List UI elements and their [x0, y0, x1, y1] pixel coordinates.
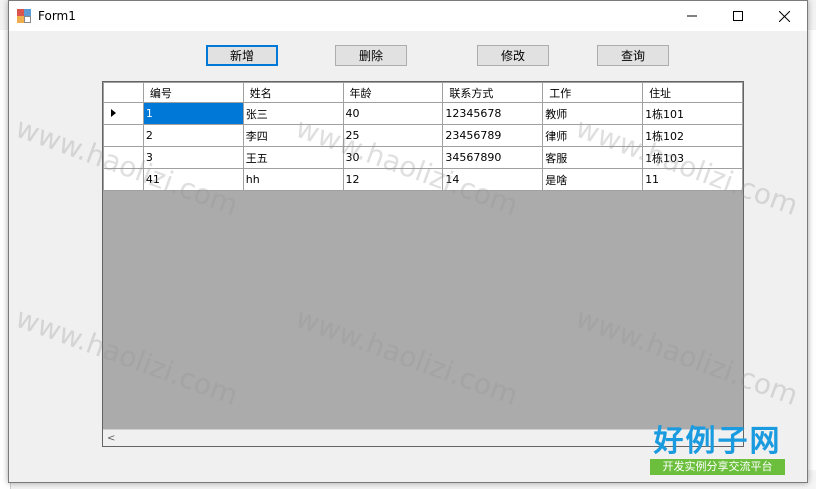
row-header[interactable]: [103, 124, 144, 147]
form-window: Form1 新增 删除 修改 查询 编号 姓名 年龄 联系方式 工作 住址 1 …: [8, 0, 808, 483]
table-cell[interactable]: 3: [142, 146, 244, 169]
table-row[interactable]: 41 hh 12 14 是啥 11: [103, 168, 743, 191]
row-header[interactable]: [103, 102, 144, 125]
table-cell[interactable]: 律师: [542, 124, 644, 147]
table-cell[interactable]: 25: [342, 124, 444, 147]
logo-main-text: 好例子网: [653, 424, 782, 459]
table-cell[interactable]: 教师: [542, 102, 644, 125]
table-cell[interactable]: 张三: [242, 102, 344, 125]
minimize-button[interactable]: [669, 1, 715, 31]
header-row: 编号 姓名 年龄 联系方式 工作 住址: [103, 82, 743, 103]
table-cell[interactable]: 34567890: [442, 146, 544, 169]
scroll-left-icon[interactable]: <: [107, 433, 115, 444]
maximize-button[interactable]: [715, 1, 761, 31]
table-cell[interactable]: 12: [342, 168, 444, 191]
table-cell[interactable]: 1栋101: [642, 102, 743, 125]
edit-button[interactable]: 修改: [477, 45, 549, 66]
title-bar[interactable]: Form1: [9, 1, 807, 31]
horizontal-scrollbar[interactable]: <: [103, 429, 743, 446]
site-logo: 好例子网 开发实例分享交流平台: [650, 425, 785, 479]
table-cell[interactable]: 30: [342, 146, 444, 169]
add-button[interactable]: 新增: [206, 45, 278, 66]
maximize-icon: [733, 11, 743, 21]
current-row-arrow-icon: [111, 109, 116, 117]
row-header[interactable]: [103, 146, 144, 169]
table-cell[interactable]: hh: [242, 168, 344, 191]
column-header-address[interactable]: 住址: [642, 82, 743, 103]
table-cell[interactable]: 14: [442, 168, 544, 191]
table-cell[interactable]: 1: [142, 102, 244, 125]
window-title: Form1: [38, 9, 76, 23]
logo-sub-text: 开发实例分享交流平台: [650, 459, 785, 475]
table-cell[interactable]: 客服: [542, 146, 644, 169]
table-cell[interactable]: 1栋103: [642, 146, 743, 169]
corner-header[interactable]: [103, 82, 144, 103]
query-button[interactable]: 查询: [597, 45, 669, 66]
table-cell[interactable]: 12345678: [442, 102, 544, 125]
data-grid[interactable]: 编号 姓名 年龄 联系方式 工作 住址 1 张三 40 12345678 教师 …: [102, 81, 744, 447]
table-cell[interactable]: 李四: [242, 124, 344, 147]
table-cell[interactable]: 23456789: [442, 124, 544, 147]
table-cell[interactable]: 2: [142, 124, 244, 147]
column-header-name[interactable]: 姓名: [242, 82, 344, 103]
grid-table: 编号 姓名 年龄 联系方式 工作 住址 1 张三 40 12345678 教师 …: [103, 82, 743, 191]
column-header-id[interactable]: 编号: [142, 82, 244, 103]
column-header-job[interactable]: 工作: [542, 82, 644, 103]
table-cell[interactable]: 王五: [242, 146, 344, 169]
table-row[interactable]: 3 王五 30 34567890 客服 1栋103: [103, 146, 743, 169]
row-header[interactable]: [103, 168, 144, 191]
close-icon: [778, 10, 790, 22]
minimize-icon: [687, 15, 697, 17]
close-button[interactable]: [761, 1, 807, 31]
table-cell[interactable]: 11: [642, 168, 743, 191]
table-cell[interactable]: 41: [142, 168, 244, 191]
table-cell[interactable]: 1栋102: [642, 124, 743, 147]
table-row[interactable]: 1 张三 40 12345678 教师 1栋101: [103, 102, 743, 125]
app-icon: [17, 9, 31, 23]
table-cell[interactable]: 40: [342, 102, 444, 125]
column-header-age[interactable]: 年龄: [342, 82, 444, 103]
table-row[interactable]: 2 李四 25 23456789 律师 1栋102: [103, 124, 743, 147]
column-header-contact[interactable]: 联系方式: [442, 82, 544, 103]
delete-button[interactable]: 删除: [335, 45, 407, 66]
table-cell[interactable]: 是啥: [542, 168, 644, 191]
